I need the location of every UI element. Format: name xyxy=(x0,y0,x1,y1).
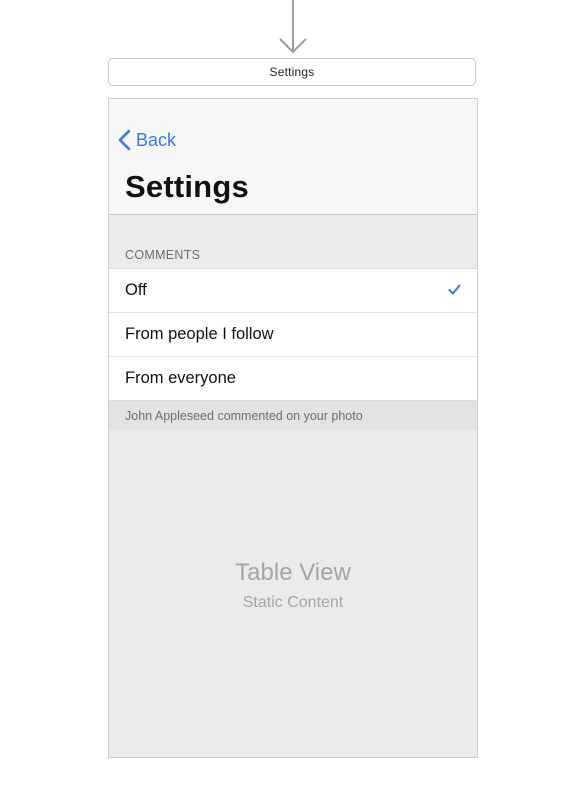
back-button-label: Back xyxy=(136,129,177,150)
view-controller-scene[interactable]: Back Settings COMMENTS Off From people I… xyxy=(108,98,478,758)
table-view-placeholder: Table View Static Content xyxy=(109,559,477,612)
navigation-bar: Back Settings xyxy=(109,99,477,215)
table-row-label: From people I follow xyxy=(125,325,274,343)
placeholder-subtitle: Static Content xyxy=(242,594,344,611)
table-row-off[interactable]: Off xyxy=(109,269,477,312)
table-section: Off From people I follow From everyone xyxy=(109,269,477,400)
chevron-left-icon xyxy=(118,129,131,151)
table-row-people-i-follow[interactable]: From people I follow xyxy=(109,312,477,356)
section-header: COMMENTS xyxy=(109,215,477,269)
storyboard-canvas: Settings Back Settings COMMENTS Off From… xyxy=(0,0,571,800)
table-row-everyone[interactable]: From everyone xyxy=(109,356,477,400)
table-row-label: Off xyxy=(125,281,147,299)
segue-arrow-icon xyxy=(279,0,307,54)
checkmark-icon xyxy=(448,284,461,295)
back-button[interactable]: Back xyxy=(118,129,176,151)
table-row-label: From everyone xyxy=(125,369,236,387)
table-view[interactable]: COMMENTS Off From people I follow From e… xyxy=(109,215,477,430)
page-title: Settings xyxy=(125,169,249,204)
scene-title-label[interactable]: Settings xyxy=(108,58,476,86)
section-footer: John Appleseed commented on your photo xyxy=(109,400,477,430)
placeholder-title: Table View xyxy=(235,559,351,586)
